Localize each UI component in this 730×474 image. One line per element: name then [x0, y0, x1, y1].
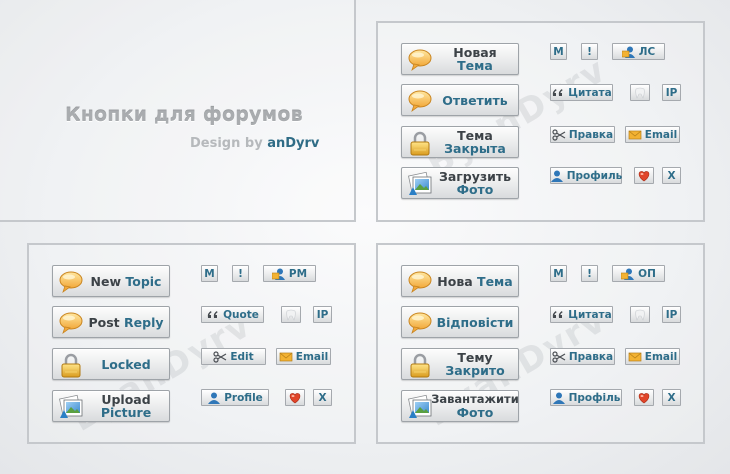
upload-picture-button-en[interactable]: Upload Picture	[52, 390, 170, 422]
user-icon	[552, 392, 566, 404]
envelope-icon	[628, 129, 642, 141]
like-button-ru[interactable]	[634, 167, 654, 184]
quote-button-en[interactable]: Quote	[201, 306, 264, 323]
photo-icon	[58, 394, 84, 420]
quote-icon	[206, 309, 220, 321]
email-button-en[interactable]: Email	[276, 348, 331, 365]
padlock-icon	[407, 130, 433, 156]
envelope-icon	[279, 351, 293, 363]
like-button-ua[interactable]	[634, 389, 654, 406]
new-topic-button-en[interactable]: New Topic	[52, 265, 170, 297]
ip-button-ru[interactable]: IP	[662, 84, 681, 101]
speech-bubble-icon	[58, 310, 84, 336]
quote-button-ru[interactable]: Цитата	[550, 84, 613, 101]
page-title: Кнопки для форумов	[65, 104, 303, 126]
profile-button-ua[interactable]: Профіль	[550, 389, 622, 406]
quote-icon	[551, 309, 565, 321]
user-mail-icon	[621, 268, 635, 280]
thanks-button-en[interactable]	[281, 306, 301, 323]
user-icon	[550, 170, 564, 182]
edit-button-ua[interactable]: Правка	[550, 348, 615, 365]
author-name: anDyrv	[267, 136, 320, 151]
new-topic-button-ua[interactable]: Нова Тема	[401, 265, 519, 297]
report-button-ua[interactable]: !	[581, 265, 598, 282]
speech-bubble-icon	[407, 269, 433, 295]
envelope-icon	[628, 351, 642, 363]
like-button-en[interactable]	[285, 389, 305, 406]
speech-bubble-icon	[407, 88, 433, 114]
report-button-ru[interactable]: !	[581, 43, 598, 60]
thanks-button-ua[interactable]	[630, 306, 650, 323]
locked-button-en[interactable]: Locked	[52, 348, 170, 380]
user-mail-icon	[272, 268, 286, 280]
moderator-button-en[interactable]: M	[201, 265, 218, 282]
speech-bubble-icon	[407, 310, 433, 336]
delete-button-ua[interactable]: X	[662, 389, 681, 406]
padlock-icon	[407, 352, 433, 378]
email-button-ru[interactable]: Email	[625, 126, 680, 143]
user-mail-icon	[622, 46, 636, 58]
delete-button-en[interactable]: X	[313, 389, 332, 406]
new-topic-button-ru[interactable]: Новая Тема	[401, 43, 519, 75]
scissors-icon	[552, 351, 566, 363]
topic-locked-button-ru[interactable]: Тема Закрыта	[401, 126, 519, 158]
edit-button-ru[interactable]: Правка	[550, 126, 615, 143]
scissors-icon	[213, 351, 227, 363]
post-reply-button-en[interactable]: Post Reply	[52, 306, 170, 338]
heart-icon	[288, 392, 302, 404]
speech-bubble-icon	[58, 269, 84, 295]
reply-button-ua[interactable]: Відповісти	[401, 306, 519, 338]
private-message-button-ua[interactable]: ОП	[612, 265, 665, 282]
photo-icon	[407, 171, 433, 197]
private-message-button-en[interactable]: PM	[263, 265, 316, 282]
profile-button-ru[interactable]: Профиль	[550, 167, 622, 184]
email-button-ua[interactable]: Email	[625, 348, 680, 365]
edit-button-en[interactable]: Edit	[201, 348, 266, 365]
upload-photo-button-ru[interactable]: Загрузить Фото	[401, 167, 519, 199]
user-icon	[207, 392, 221, 404]
scissors-icon	[552, 129, 566, 141]
profile-button-en[interactable]: Profile	[201, 389, 269, 406]
reply-button-ru[interactable]: Ответить	[401, 84, 519, 116]
subtitle: Design by anDyrv	[190, 136, 319, 151]
private-message-button-ru[interactable]: ЛС	[612, 43, 665, 60]
report-button-en[interactable]: !	[232, 265, 249, 282]
padlock-icon	[58, 352, 84, 378]
speech-bubble-icon	[407, 47, 433, 73]
moderator-button-ua[interactable]: M	[550, 265, 567, 282]
heart-icon	[637, 170, 651, 182]
upload-photo-button-ua[interactable]: Завантажити Фото	[401, 390, 519, 422]
photo-icon	[407, 394, 433, 420]
ip-button-en[interactable]: IP	[313, 306, 332, 323]
subtitle-prefix: Design by	[190, 136, 263, 151]
moderator-button-ru[interactable]: M	[550, 43, 567, 60]
tooth-icon	[633, 309, 647, 321]
quote-button-ua[interactable]: Цитата	[550, 306, 613, 323]
quote-icon	[551, 87, 565, 99]
topic-locked-button-ua[interactable]: Тему Закрито	[401, 348, 519, 380]
heart-icon	[637, 392, 651, 404]
ip-button-ua[interactable]: IP	[662, 306, 681, 323]
thanks-button-ru[interactable]	[630, 84, 650, 101]
tooth-icon	[633, 87, 647, 99]
delete-button-ru[interactable]: X	[662, 167, 681, 184]
tooth-icon	[284, 309, 298, 321]
